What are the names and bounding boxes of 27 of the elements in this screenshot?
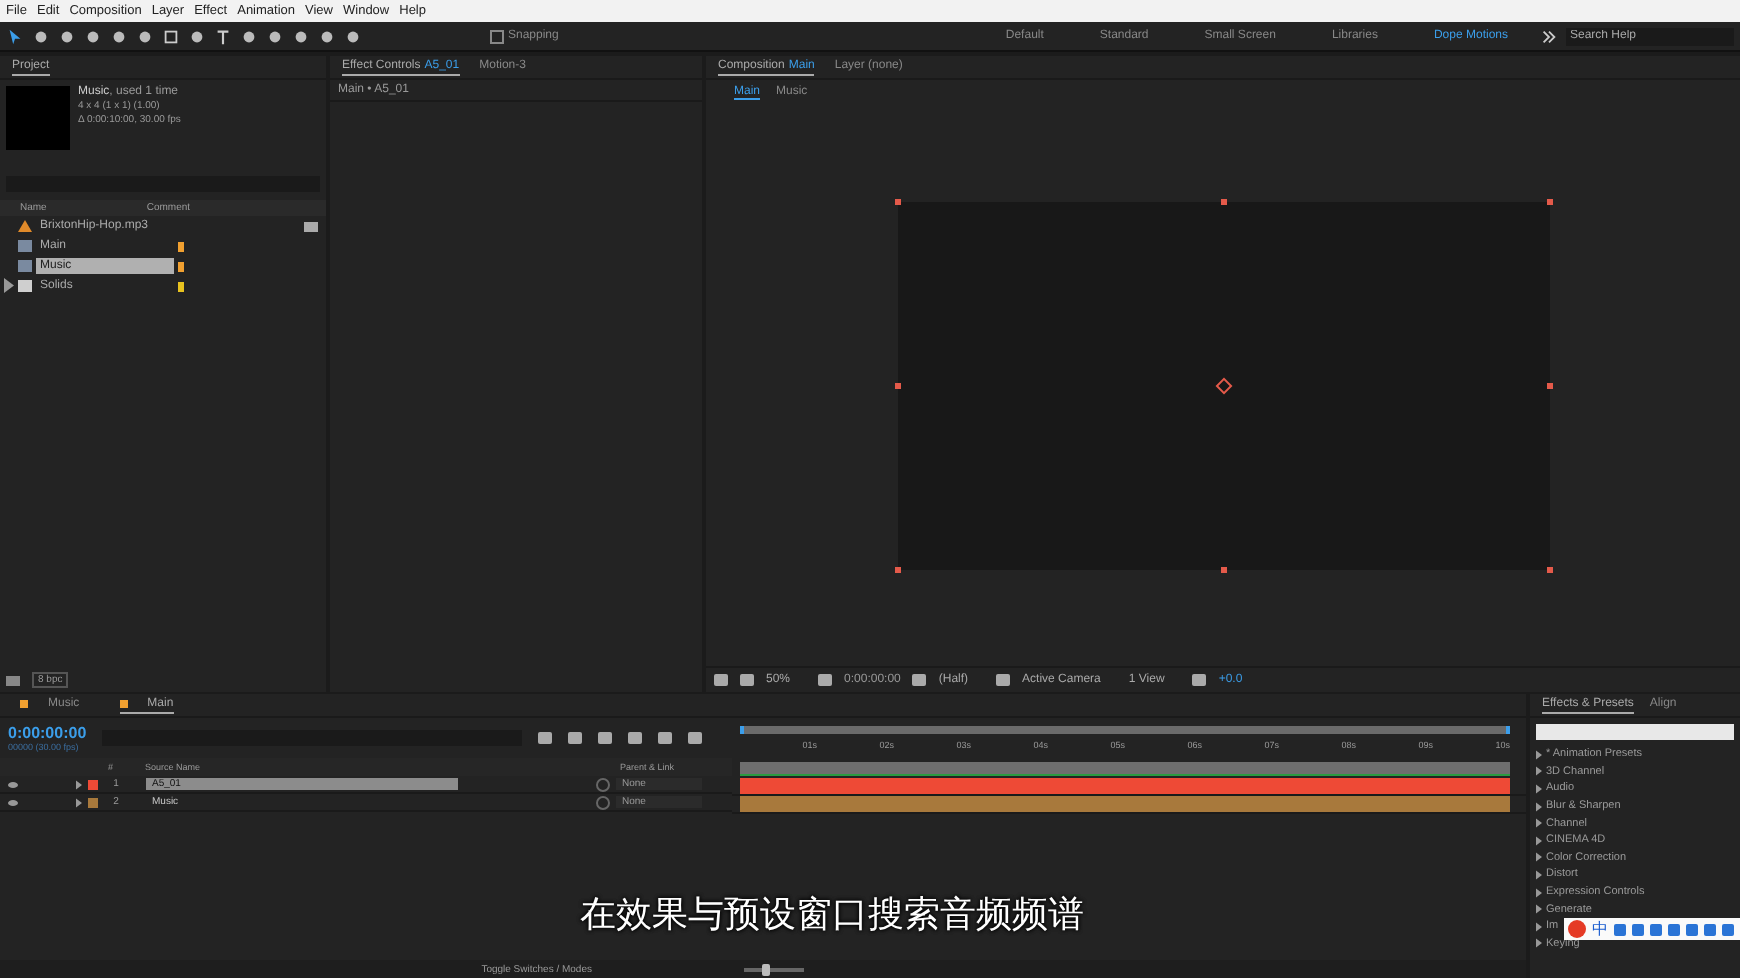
chevron-icon[interactable] <box>1540 27 1558 45</box>
thumbnail <box>6 86 70 150</box>
ime-logo-icon[interactable] <box>1568 920 1586 938</box>
transform-handle[interactable] <box>1220 566 1226 572</box>
subtitle: 在效果与预设窗口搜索音频频谱 <box>580 892 1084 938</box>
eye-icon[interactable] <box>8 781 18 787</box>
transform-handle[interactable] <box>1546 382 1552 388</box>
rectangle-icon[interactable] <box>162 27 180 45</box>
anchor-point-icon[interactable] <box>1214 376 1232 394</box>
transform-handle[interactable] <box>894 382 900 388</box>
snapping-checkbox[interactable] <box>490 29 504 43</box>
selection-icon[interactable] <box>6 27 24 45</box>
cone-icon <box>18 220 32 232</box>
transform-handle[interactable] <box>1220 198 1226 204</box>
zoom-slider-thumb[interactable] <box>761 963 769 975</box>
label-color-chip[interactable] <box>88 779 98 789</box>
current-time[interactable]: 0:00:00:00 <box>8 724 87 742</box>
eye-icon[interactable] <box>8 799 18 805</box>
expand-arrow-icon[interactable] <box>4 278 14 294</box>
search-field[interactable] <box>1536 724 1734 740</box>
transform-handle[interactable] <box>1546 198 1552 204</box>
transform-handle[interactable] <box>1546 566 1552 572</box>
input-mode[interactable]: 中 <box>1592 918 1608 940</box>
transform-handle[interactable] <box>894 198 900 204</box>
type-icon[interactable] <box>214 27 232 45</box>
transform-handle[interactable] <box>894 566 900 572</box>
label-color-chip[interactable] <box>88 797 98 807</box>
